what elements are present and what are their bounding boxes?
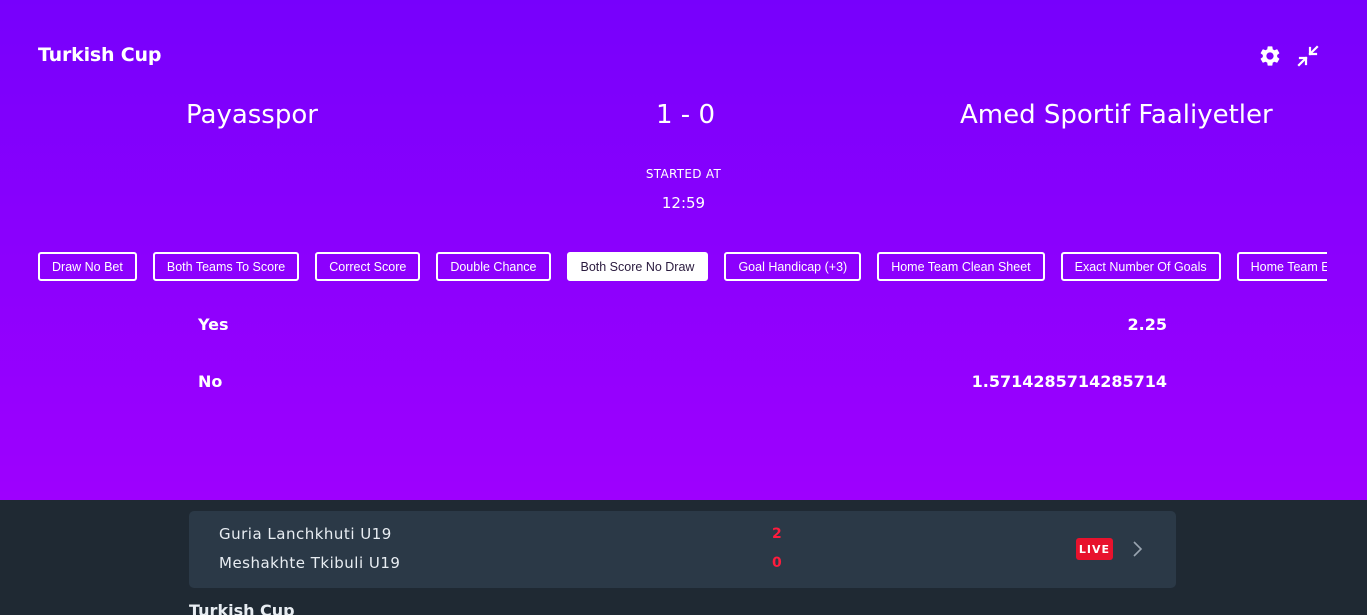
odds-row-yes[interactable]: Yes 2.25 — [198, 315, 1167, 334]
match-card[interactable]: Guria Lanchkhuti U19 Meshakhte Tkibuli U… — [189, 511, 1176, 588]
section-title: Turkish Cup — [189, 601, 295, 615]
market-tabs: Draw No Bet Both Teams To Score Correct … — [38, 252, 1327, 282]
away-team-name: Amed Sportif Faaliyetler — [960, 100, 1273, 130]
chevron-right-icon[interactable] — [1127, 539, 1147, 559]
odds-label: Yes — [198, 315, 229, 334]
odds-value[interactable]: 2.25 — [1128, 315, 1167, 334]
tab-goal-handicap[interactable]: Goal Handicap (+3) — [724, 252, 862, 281]
match-card-away-team: Meshakhte Tkibuli U19 — [219, 554, 401, 572]
tab-correct-score[interactable]: Correct Score — [315, 252, 421, 281]
home-team-name: Payasspor — [186, 100, 318, 130]
odds-value[interactable]: 1.5714285714285714 — [972, 372, 1167, 391]
started-at-time: 12:59 — [661, 194, 706, 212]
odds-row-no[interactable]: No 1.5714285714285714 — [198, 372, 1167, 391]
tab-exact-number-of-goals[interactable]: Exact Number Of Goals — [1060, 252, 1221, 281]
tab-double-chance[interactable]: Double Chance — [436, 252, 551, 281]
started-at-label: STARTED AT — [645, 167, 722, 181]
header-actions — [1257, 43, 1321, 69]
tab-home-team-clean-sheet[interactable]: Home Team Clean Sheet — [877, 252, 1045, 281]
live-badge: LIVE — [1076, 538, 1113, 560]
tab-draw-no-bet[interactable]: Draw No Bet — [38, 252, 137, 281]
gear-icon[interactable] — [1257, 43, 1283, 69]
collapse-icon[interactable] — [1295, 43, 1321, 69]
match-card-home-score: 2 — [772, 526, 782, 542]
tab-both-teams-to-score[interactable]: Both Teams To Score — [152, 252, 300, 281]
league-title: Turkish Cup — [38, 44, 162, 66]
match-score: 1 - 0 — [656, 100, 715, 130]
match-card-away-score: 0 — [772, 555, 782, 571]
tab-both-score-no-draw[interactable]: Both Score No Draw — [566, 252, 709, 281]
odds-label: No — [198, 372, 223, 391]
match-hero: Turkish Cup Payasspor 1 - 0 Amed Sportif… — [0, 0, 1367, 500]
tab-home-team-exact-goals[interactable]: Home Team Exact Goals — [1236, 252, 1327, 281]
match-card-home-team: Guria Lanchkhuti U19 — [219, 525, 392, 543]
